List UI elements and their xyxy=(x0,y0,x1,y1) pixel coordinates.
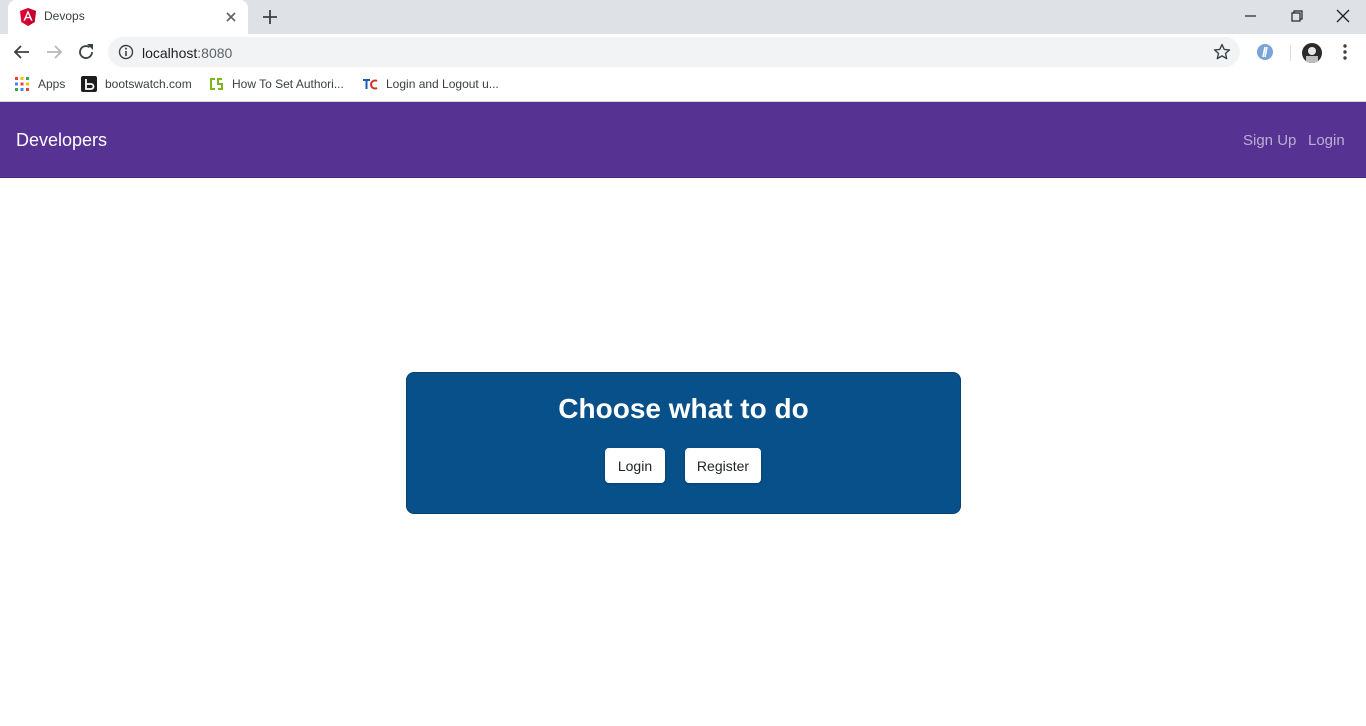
forward-arrow-icon[interactable] xyxy=(44,42,64,62)
login-button[interactable]: Login xyxy=(605,448,665,483)
bookmark-label: How To Set Authori... xyxy=(232,77,344,91)
bookmark-star-icon[interactable] xyxy=(1213,43,1231,61)
bookmark-label: Login and Logout u... xyxy=(386,77,499,91)
close-window-icon[interactable] xyxy=(1333,6,1353,26)
csharp-corner-icon xyxy=(210,78,223,90)
back-arrow-icon[interactable] xyxy=(12,42,32,62)
restore-icon[interactable] xyxy=(1287,6,1307,26)
register-button[interactable]: Register xyxy=(685,448,761,483)
bookmark-login-and-logout[interactable]: Login and Logout u... xyxy=(362,76,499,92)
browser-tab-devops[interactable]: Devops xyxy=(8,0,248,34)
nav-link-sign-up[interactable]: Sign Up xyxy=(1243,132,1296,149)
bookmark-label: Apps xyxy=(38,77,66,91)
apps-grid-icon xyxy=(15,77,29,91)
bootswatch-icon xyxy=(81,76,97,92)
reload-icon[interactable] xyxy=(76,42,96,62)
more-menu-icon[interactable] xyxy=(1335,42,1355,62)
nav-link-login[interactable]: Login xyxy=(1308,132,1345,149)
action-card: Choose what to do Login Register xyxy=(406,372,961,514)
bookmarks-bar: Apps bootswatch.com How To Set Authori..… xyxy=(0,70,1366,98)
angular-icon xyxy=(20,8,36,26)
bookmark-apps[interactable]: Apps xyxy=(14,76,65,92)
url-port: :8080 xyxy=(197,45,233,61)
navbar-brand[interactable]: Developers xyxy=(16,130,107,151)
info-icon[interactable] xyxy=(118,44,134,60)
toolbar-separator xyxy=(1290,45,1291,61)
tab-title: Devops xyxy=(44,9,85,23)
bookmark-bootswatch[interactable]: bootswatch.com xyxy=(81,76,192,92)
address-bar[interactable]: localhost:8080 xyxy=(108,37,1240,67)
profile-icon xyxy=(1306,47,1318,63)
navbar: Developers Sign Up Login xyxy=(0,102,1366,178)
bookmark-how-to-set-authori[interactable]: How To Set Authori... xyxy=(208,76,344,92)
close-tab-icon[interactable] xyxy=(223,9,239,25)
minimize-icon[interactable] xyxy=(1241,6,1261,26)
browser-tabstrip: Devops xyxy=(0,0,1366,34)
tc-icon xyxy=(363,79,378,90)
url-host: localhost xyxy=(142,45,198,61)
profile-avatar[interactable] xyxy=(1302,43,1322,63)
bookmark-label: bootswatch.com xyxy=(105,77,192,91)
new-tab-icon[interactable] xyxy=(261,8,279,26)
browser-toolbar: localhost:8080 xyxy=(0,34,1366,70)
extension-icon[interactable] xyxy=(1256,43,1274,61)
url-text: localhost:8080 xyxy=(142,45,232,61)
card-title: Choose what to do xyxy=(558,393,809,424)
